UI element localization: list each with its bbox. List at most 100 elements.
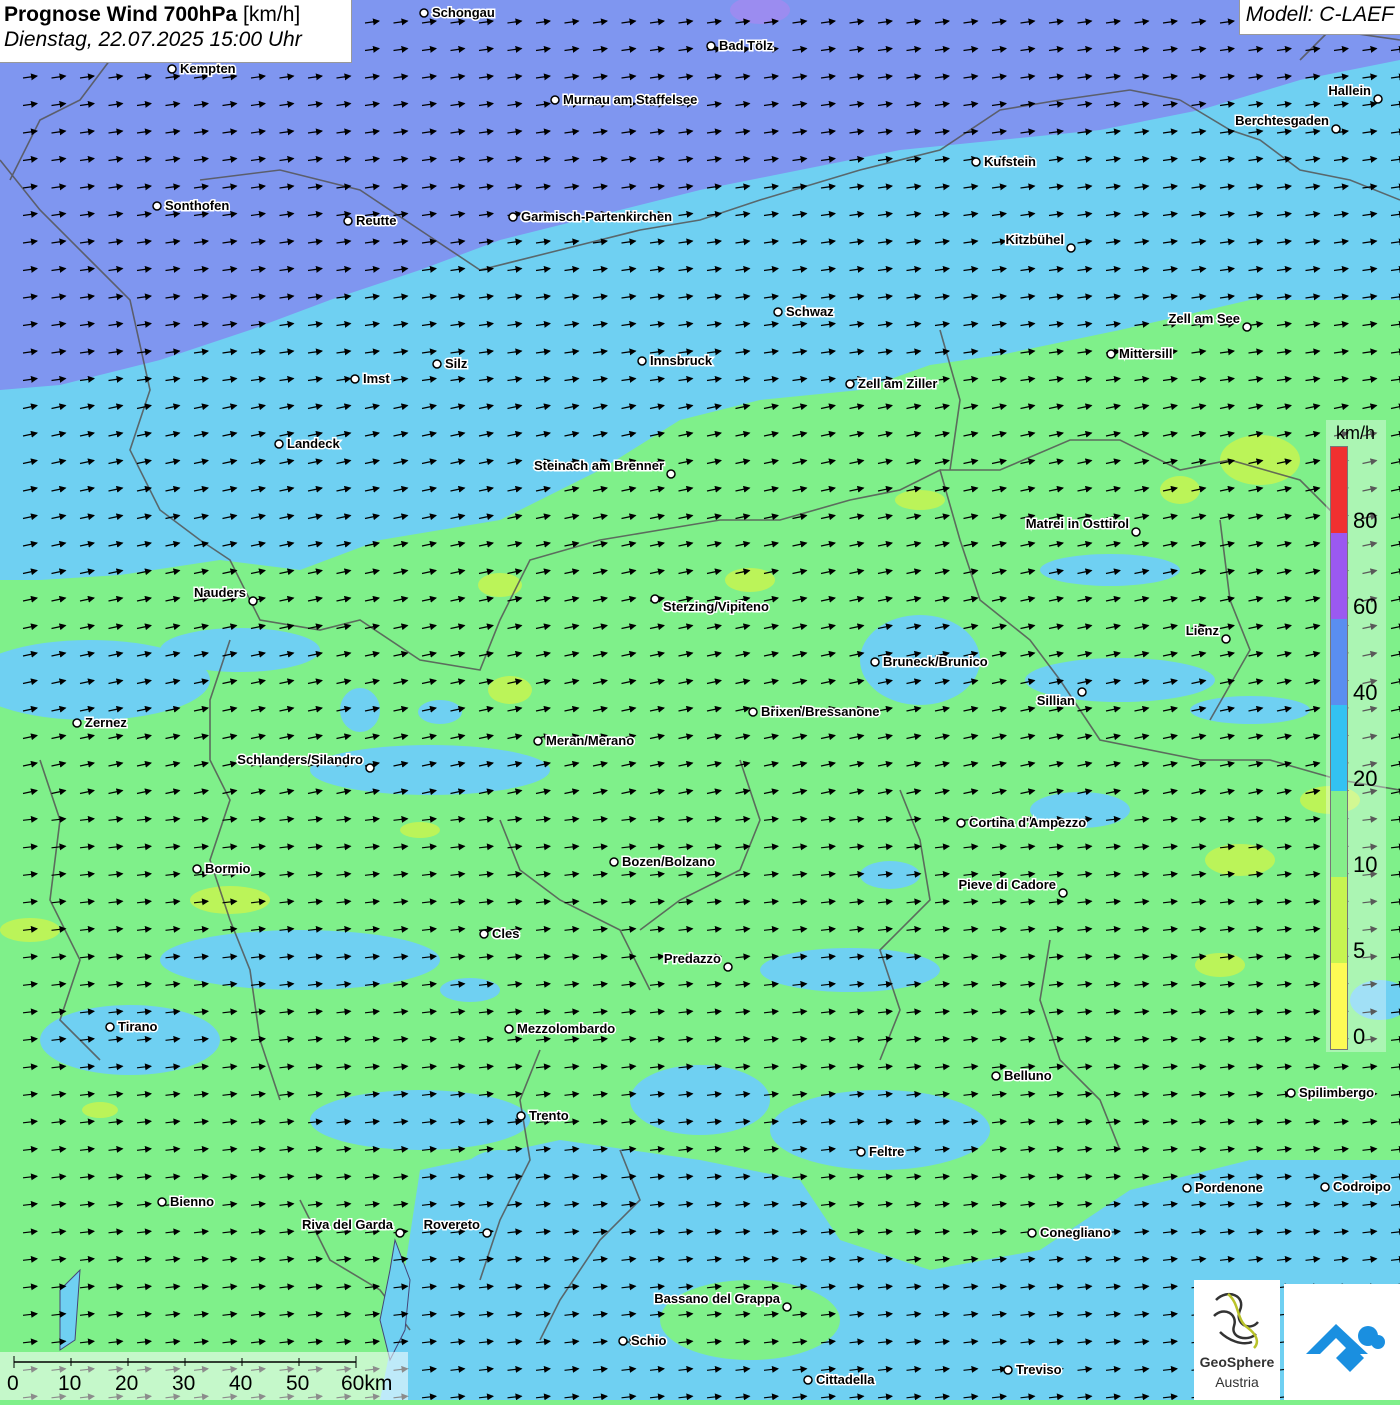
- city-label: Berchtesgaden: [1235, 113, 1329, 128]
- city-label: Spilimbergo: [1299, 1085, 1374, 1100]
- city-label: Kempten: [180, 61, 236, 76]
- city-label: Bienno: [170, 1194, 214, 1209]
- city-label: Matrei in Osttirol: [1026, 516, 1129, 531]
- geosphere-sub: Austria: [1215, 1374, 1259, 1390]
- city-dot: [1373, 94, 1383, 104]
- scale-label-30: 30: [172, 1372, 196, 1395]
- geosphere-icon: [1213, 1292, 1259, 1349]
- city-dot: [1066, 243, 1076, 253]
- scale-label-0: 0: [7, 1372, 19, 1395]
- city-label: Murnau am Staffelsee: [563, 92, 697, 107]
- city-label: Sillian: [1037, 693, 1075, 708]
- city-dot: [1331, 124, 1341, 134]
- city-label: Bruneck/Brunico: [883, 654, 988, 669]
- city-label: Cles: [492, 926, 519, 941]
- scale-label-20: 20: [115, 1372, 139, 1395]
- city-dot: [1221, 634, 1231, 644]
- legend-seg-0: [1331, 963, 1347, 1049]
- city-dot: [395, 1228, 405, 1238]
- legend-label-60: 60: [1353, 594, 1378, 619]
- city-dot: [1058, 888, 1068, 898]
- city-label: Schongau: [432, 5, 495, 20]
- city-dot: [419, 8, 429, 18]
- city-label: Conegliano: [1040, 1225, 1111, 1240]
- city-dot: [1182, 1183, 1192, 1193]
- city-dot: [479, 929, 489, 939]
- city-dot: [782, 1302, 792, 1312]
- city-dot: [666, 469, 676, 479]
- city-label: Steinach am Brenner: [534, 458, 664, 473]
- scale-label-50: 50: [286, 1372, 310, 1395]
- city-dot: [350, 374, 360, 384]
- city-label: Zell am See: [1168, 311, 1240, 326]
- city-label: Garmisch-Partenkirchen: [521, 209, 672, 224]
- city-dot: [991, 1071, 1001, 1081]
- city-label: Innsbruck: [650, 353, 713, 368]
- city-label: Imst: [363, 371, 390, 386]
- city-label: Tirano: [118, 1019, 158, 1034]
- legend-seg-80: [1331, 447, 1347, 533]
- city-dot: [956, 818, 966, 828]
- wind-map: Schongau Bad Tölz Kempten Murnau am Staffel…: [0, 0, 1400, 1400]
- city-dot: [1286, 1088, 1296, 1098]
- city-dot: [482, 1228, 492, 1238]
- legend-seg-10: [1331, 791, 1347, 877]
- city-dot: [1242, 322, 1252, 332]
- city-label: Zernez: [85, 715, 127, 730]
- legend-label-5: 5: [1353, 938, 1366, 963]
- city-dot: [365, 763, 375, 773]
- city-label: Nauders: [194, 585, 246, 600]
- city-dot: [274, 439, 284, 449]
- city-label: Mittersill: [1119, 346, 1172, 361]
- city-label: Rovereto: [424, 1217, 480, 1232]
- title-box: Prognose Wind 700hPa [km/h] Dienstag, 22…: [0, 0, 352, 63]
- city-label: Sonthofen: [165, 198, 229, 213]
- city-label: Meran/Merano: [546, 733, 634, 748]
- city-dot: [1131, 527, 1141, 537]
- city-dot: [504, 1024, 514, 1034]
- city-label: Riva del Garda: [302, 1217, 394, 1232]
- scale-label-40: 40: [229, 1372, 253, 1395]
- map-title-unit: [km/h]: [243, 3, 301, 26]
- app-logo: [1284, 1284, 1400, 1400]
- city-dot: [773, 307, 783, 317]
- city-label: Mezzolombardo: [517, 1021, 615, 1036]
- city-dot: [167, 64, 177, 74]
- city-label: Treviso: [1016, 1362, 1062, 1377]
- city-dot: [706, 41, 716, 51]
- legend-seg-20: [1331, 705, 1347, 791]
- city-label: Schwaz: [786, 304, 834, 319]
- city-dot: [1106, 349, 1116, 359]
- legend-label-0: 0: [1353, 1024, 1366, 1049]
- legend-label-80: 80: [1353, 508, 1378, 533]
- city-dot: [508, 212, 518, 222]
- map-subtitle: Dienstag, 22.07.2025 15:00 Uhr: [4, 28, 302, 51]
- city-label: Feltre: [869, 1144, 904, 1159]
- legend-seg-60: [1331, 533, 1347, 619]
- scale-label-60: 60km: [341, 1372, 393, 1395]
- city-label: Schlanders/Silandro: [237, 752, 363, 767]
- city-dot: [1027, 1228, 1037, 1238]
- city-dot: [248, 596, 258, 606]
- color-legend: km/h 80 60 40 20 10 5 0: [1326, 420, 1386, 1052]
- city-label: Cortina d'Ampezzo: [969, 815, 1086, 830]
- city-label: Zell am Ziller: [858, 376, 937, 391]
- city-label: Silz: [445, 356, 468, 371]
- city-dot: [432, 359, 442, 369]
- city-dot: [550, 95, 560, 105]
- city-label: Pordenone: [1195, 1180, 1263, 1195]
- city-label: Bassano del Grappa: [654, 1291, 780, 1306]
- city-label: Kitzbühel: [1006, 232, 1065, 247]
- city-dot: [1003, 1365, 1013, 1375]
- city-label: Pieve di Cadore: [958, 877, 1056, 892]
- city-label: Brixen/Bressanone: [761, 704, 880, 719]
- city-label: Sterzing/Vipiteno: [663, 599, 769, 614]
- city-dot: [803, 1375, 813, 1385]
- city-dot: [748, 707, 758, 717]
- legend-bar: [1330, 446, 1348, 1050]
- geosphere-name: GeoSphere: [1199, 1354, 1275, 1370]
- city-dot: [1077, 687, 1087, 697]
- city-dot: [516, 1111, 526, 1121]
- app-logo-icon: [1306, 1324, 1385, 1372]
- city-label: Hallein: [1328, 83, 1371, 98]
